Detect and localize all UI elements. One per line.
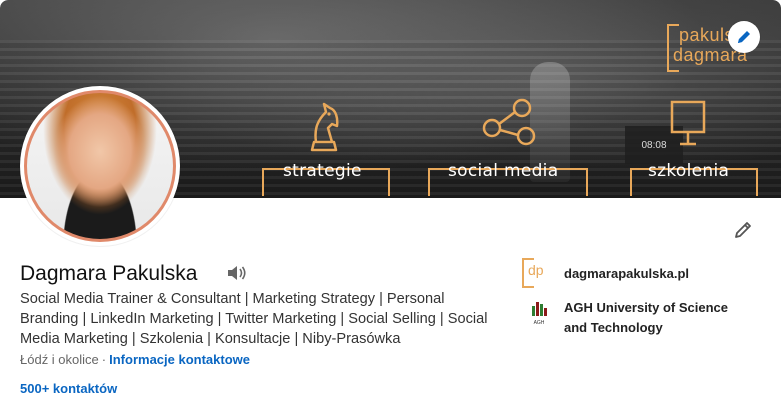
school-logo: AGH — [522, 298, 554, 330]
website-logo: dp — [522, 258, 554, 290]
profile-headline: Social Media Trainer & Consultant | Mark… — [20, 291, 488, 347]
location-row: Łódź i okolice · Informacje kontaktowe — [20, 352, 250, 367]
screen-time: 08:08 — [641, 139, 667, 151]
share-network-icon — [482, 98, 536, 146]
website-text: dagmarapakulska.pl — [564, 266, 689, 281]
separator: · — [101, 352, 107, 367]
school-text: AGH University of Science and Technology — [564, 300, 728, 335]
presentation-board-icon — [670, 100, 706, 146]
chess-knight-icon — [310, 102, 339, 152]
edit-cover-button[interactable] — [728, 21, 760, 53]
profile-card: 08:08 pakulska dagmara strategie social … — [0, 0, 781, 402]
agh-logo-icon: AGH — [532, 302, 547, 326]
banner-label-strategie: strategie — [283, 161, 362, 181]
connections-link[interactable]: 500+ kontaktów — [20, 381, 117, 396]
school-item[interactable]: AGH AGH University of Science and Techno… — [522, 298, 754, 338]
speaker-icon[interactable] — [226, 264, 248, 282]
dp-logo-text: dp — [528, 262, 544, 278]
pencil-icon — [735, 222, 751, 238]
edit-intro-button[interactable] — [728, 215, 758, 245]
website-item[interactable]: dp dagmarapakulska.pl — [522, 258, 689, 290]
profile-name: Dagmara Pakulska — [20, 262, 198, 285]
banner-label-szkolenia: szkolenia — [648, 161, 730, 181]
avatar[interactable] — [24, 90, 176, 242]
location-text: Łódź i okolice — [20, 352, 99, 367]
banner-label-social-media: social media — [448, 161, 559, 181]
svg-text:AGH: AGH — [534, 320, 545, 326]
contact-info-link[interactable]: Informacje kontaktowe — [109, 352, 250, 367]
pencil-icon — [738, 31, 750, 43]
